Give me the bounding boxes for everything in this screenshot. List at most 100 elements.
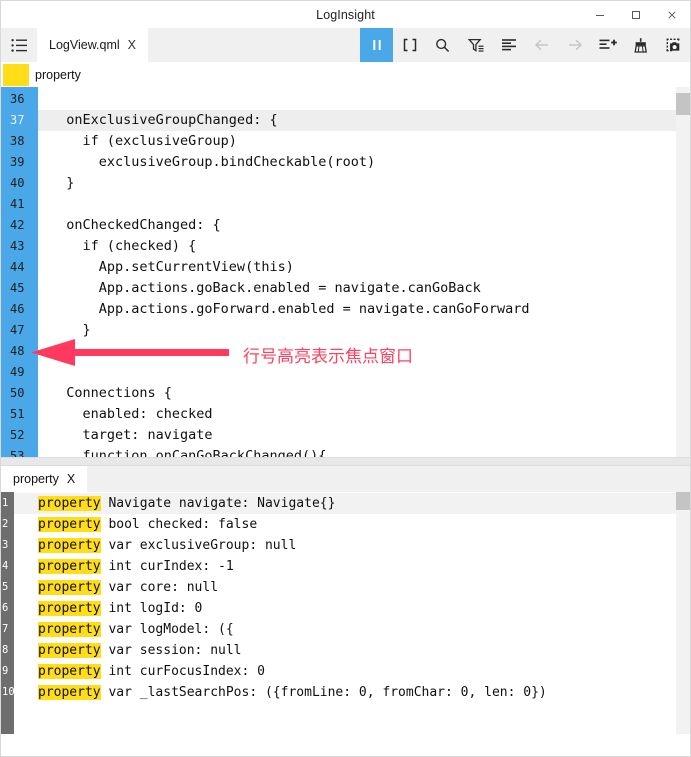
add-list-button[interactable]: [591, 28, 624, 62]
match-highlight: property: [38, 496, 101, 511]
result-line-text: int curIndex: -1: [100, 559, 234, 574]
match-highlight: property: [38, 538, 101, 553]
arrow-left-icon: [534, 39, 548, 51]
snapshot-button[interactable]: [657, 28, 690, 62]
panel-splitter[interactable]: [1, 457, 690, 466]
search-term-label: property: [35, 67, 81, 82]
line-number: 40: [10, 176, 25, 190]
line-number: 4: [2, 560, 9, 572]
forward-button[interactable]: [558, 28, 591, 62]
tab-label: LogView.qml: [49, 38, 120, 52]
code-line[interactable]: exclusiveGroup.bindCheckable(root): [38, 152, 690, 173]
line-number: 50: [10, 386, 25, 400]
line-number: 38: [10, 134, 25, 148]
scrollbar-thumb[interactable]: [676, 492, 690, 510]
result-line-text: var _lastSearchPos: ({fromLine: 0, fromC…: [100, 685, 547, 700]
code-line[interactable]: Connections {: [38, 383, 690, 404]
match-highlight: property: [38, 580, 101, 595]
editor-scrollbar-lower[interactable]: [676, 492, 690, 734]
line-number: 48: [10, 344, 25, 358]
result-line[interactable]: property var logModel: ({: [14, 619, 690, 640]
filter-icon: [467, 38, 483, 52]
result-line-text: int logId: 0: [100, 601, 203, 616]
lower-tab-strip: property X: [1, 466, 690, 492]
line-number: 47: [10, 323, 25, 337]
result-line[interactable]: property var session: null: [14, 640, 690, 661]
maximize-button[interactable]: [618, 1, 654, 28]
broom-icon: [633, 37, 647, 53]
match-highlight: property: [38, 685, 101, 700]
tab-logview-qml[interactable]: LogView.qml X: [37, 28, 148, 62]
pause-button[interactable]: [360, 28, 393, 62]
minimize-button[interactable]: [582, 1, 618, 28]
brackets-icon: [403, 38, 416, 52]
line-number: 49: [10, 365, 25, 379]
line-number: 45: [10, 281, 25, 295]
toolbar-actions: [360, 28, 690, 62]
result-line[interactable]: property var _lastSearchPos: ({fromLine:…: [14, 682, 690, 703]
code-area-upper[interactable]: onExclusiveGroupChanged: { if (exclusive…: [38, 87, 690, 457]
lower-body: 1 2 3 4 5 6 7 8 9 10 property Navigate navigate: …: [1, 492, 690, 734]
code-line[interactable]: function onCanGoBackChanged(){: [38, 446, 690, 457]
search-icon: [436, 38, 450, 52]
code-area-lower[interactable]: property Navigate navigate: Navigate{} pr…: [14, 492, 690, 734]
align-left-button[interactable]: [492, 28, 525, 62]
code-line[interactable]: }: [38, 173, 690, 194]
filter-button[interactable]: [459, 28, 492, 62]
menu-button[interactable]: [1, 28, 37, 62]
match-highlight: property: [38, 643, 101, 658]
editor-scrollbar-upper[interactable]: [676, 87, 690, 457]
arrow-right-icon: [568, 39, 582, 51]
code-line[interactable]: if (checked) {: [38, 236, 690, 257]
line-number: 10: [2, 686, 15, 698]
tab-close-icon[interactable]: X: [128, 38, 136, 52]
result-line-text: var logModel: ({: [100, 622, 234, 637]
line-number: 42: [10, 218, 25, 232]
match-highlight: property: [38, 601, 101, 616]
close-button[interactable]: [654, 1, 690, 28]
match-highlight: property: [38, 664, 101, 679]
code-line[interactable]: if (exclusiveGroup): [38, 131, 690, 152]
window-title: LogInsight: [316, 7, 375, 22]
result-line[interactable]: property var core: null: [14, 577, 690, 598]
line-number: 1: [2, 497, 9, 509]
search-button[interactable]: [426, 28, 459, 62]
scrollbar-thumb[interactable]: [676, 93, 690, 115]
maximize-icon: [632, 10, 640, 19]
code-line[interactable]: }: [38, 320, 690, 341]
brackets-button[interactable]: [393, 28, 426, 62]
result-line[interactable]: property int curFocusIndex: 0: [14, 661, 690, 682]
code-line[interactable]: onExclusiveGroupChanged: {: [38, 110, 690, 131]
result-line-text: var core: null: [100, 580, 219, 595]
result-line-text: var exclusiveGroup: null: [100, 538, 297, 553]
line-number-gutter-upper: 36 37 38 39 40 41 42 43 44 45 46 47 48 49 50 51 52 53: [1, 87, 38, 457]
result-line[interactable]: property int curIndex: -1: [14, 556, 690, 577]
code-line[interactable]: enabled: checked: [38, 404, 690, 425]
line-number: 39: [10, 155, 25, 169]
lower-tab-close-icon[interactable]: X: [67, 472, 75, 486]
annotation-text: 行号高亮表示焦点窗口: [243, 347, 413, 367]
tab-property-results[interactable]: property X: [1, 466, 88, 492]
code-line[interactable]: [38, 89, 690, 110]
result-line[interactable]: property Navigate navigate: Navigate{}: [14, 493, 690, 514]
app-window: LogInsight LogView.qml X property 36 37 …: [0, 0, 691, 757]
back-button[interactable]: [525, 28, 558, 62]
code-line[interactable]: App.setCurrentView(this): [38, 257, 690, 278]
code-line[interactable]: App.actions.goBack.enabled = navigate.ca…: [38, 278, 690, 299]
line-number: 41: [10, 197, 25, 211]
result-line-text: var session: null: [100, 643, 242, 658]
search-chip-row: property: [1, 62, 690, 87]
result-line[interactable]: property int logId: 0: [14, 598, 690, 619]
highlight-color-swatch[interactable]: [3, 63, 29, 86]
code-line[interactable]: target: navigate: [38, 425, 690, 446]
code-line[interactable]: [38, 194, 690, 215]
clean-button[interactable]: [624, 28, 657, 62]
code-line[interactable]: onCheckedChanged: {: [38, 215, 690, 236]
code-line[interactable]: App.actions.goForward.enabled = navigate…: [38, 299, 690, 320]
result-line[interactable]: property var exclusiveGroup: null: [14, 535, 690, 556]
result-line[interactable]: property bool checked: false: [14, 514, 690, 535]
line-number: 8: [2, 644, 9, 656]
line-number: 46: [10, 302, 25, 316]
line-number: 37: [10, 113, 25, 127]
